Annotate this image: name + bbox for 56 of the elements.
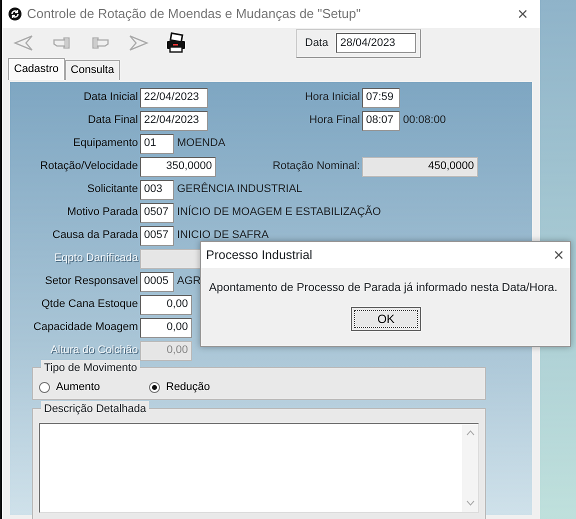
input-field[interactable]: 22/04/2023 bbox=[140, 110, 208, 130]
description-text: MOENDA bbox=[177, 136, 226, 152]
field-label: Hora Inicial bbox=[304, 90, 361, 106]
input-field[interactable]: 22/04/2023 bbox=[140, 88, 208, 108]
window-title: Controle de Rotação de Moendas e Mudanças de "Setup" bbox=[27, 5, 362, 24]
duration-text: 00:08:00 bbox=[403, 113, 446, 128]
input-field[interactable]: 0057 bbox=[140, 226, 174, 246]
field-label: Equipamento bbox=[72, 136, 139, 152]
description-text: AGR bbox=[177, 274, 201, 290]
close-button[interactable]: × bbox=[511, 5, 534, 23]
radio-dot[interactable] bbox=[149, 382, 160, 393]
field-label: Qtde Cana Estoque bbox=[40, 297, 139, 312]
field-label: Causa da Parada bbox=[51, 228, 139, 244]
input-field[interactable]: 0,00 bbox=[140, 294, 192, 314]
radio-option[interactable]: Redução bbox=[149, 379, 259, 396]
field-label: Eqpto Danificada bbox=[53, 251, 139, 266]
input-field[interactable]: 07:59 bbox=[362, 88, 400, 108]
field-label: Rotação Nominal: bbox=[272, 159, 361, 174]
field-label: Data Inicial bbox=[82, 90, 139, 106]
readonly-field: 450,0000 bbox=[362, 156, 478, 176]
ok-button[interactable]: OK bbox=[351, 307, 421, 332]
tab[interactable]: Cadastro bbox=[8, 58, 65, 80]
input-field[interactable]: 0507 bbox=[140, 202, 174, 222]
scroll-up-icon[interactable] bbox=[466, 430, 474, 436]
input-field[interactable]: 350,0000 bbox=[140, 156, 216, 176]
field-label: Capacidade Moagem bbox=[32, 320, 139, 336]
tab[interactable]: Consulta bbox=[64, 60, 120, 80]
printer-icon[interactable] bbox=[164, 32, 188, 54]
input-field[interactable]: 0005 bbox=[140, 272, 174, 292]
input-field[interactable]: 08:07 bbox=[362, 110, 400, 130]
field-label: Rotação/Velocidade bbox=[39, 159, 139, 174]
date-label: Data bbox=[305, 36, 328, 51]
field-label: Solicitante bbox=[86, 182, 139, 198]
close-button[interactable]: × bbox=[547, 246, 570, 264]
field-label: Motivo Parada bbox=[66, 205, 139, 220]
text-area[interactable] bbox=[39, 422, 479, 512]
radio-dot[interactable] bbox=[39, 382, 50, 393]
group-title: Tipo de Movimento bbox=[41, 360, 140, 376]
field-label: Hora Final bbox=[308, 113, 361, 128]
scroll-down-icon[interactable] bbox=[466, 500, 474, 506]
field-label: Setor Responsavel bbox=[44, 274, 139, 290]
dialog-title: Processo Industrial bbox=[206, 246, 314, 264]
dialog-message: Apontamento de Processo de Parada já informado nesta Data/Hora. bbox=[209, 282, 558, 294]
input-field[interactable]: 003 bbox=[140, 180, 174, 200]
description-text: INÍCIO DE MOAGEM E ESTABILIZAÇÃO bbox=[177, 204, 381, 220]
date-field[interactable]: 28/04/2023 bbox=[336, 33, 416, 53]
input-field[interactable]: 0,00 bbox=[140, 318, 192, 338]
description-text: GERÊNCIA INDUSTRIAL bbox=[177, 181, 302, 198]
group-title: Descrição Detalhada bbox=[41, 400, 150, 417]
description-text: INICIO DE SAFRA bbox=[177, 228, 269, 244]
input-field[interactable]: 01 bbox=[140, 134, 174, 154]
field-label: Altura do Colchão bbox=[50, 343, 139, 358]
app-icon bbox=[8, 6, 22, 21]
readonly-field: 0,00 bbox=[140, 340, 192, 360]
radio-option[interactable]: Aumento bbox=[39, 379, 149, 396]
field-label: Data Final bbox=[86, 113, 139, 128]
